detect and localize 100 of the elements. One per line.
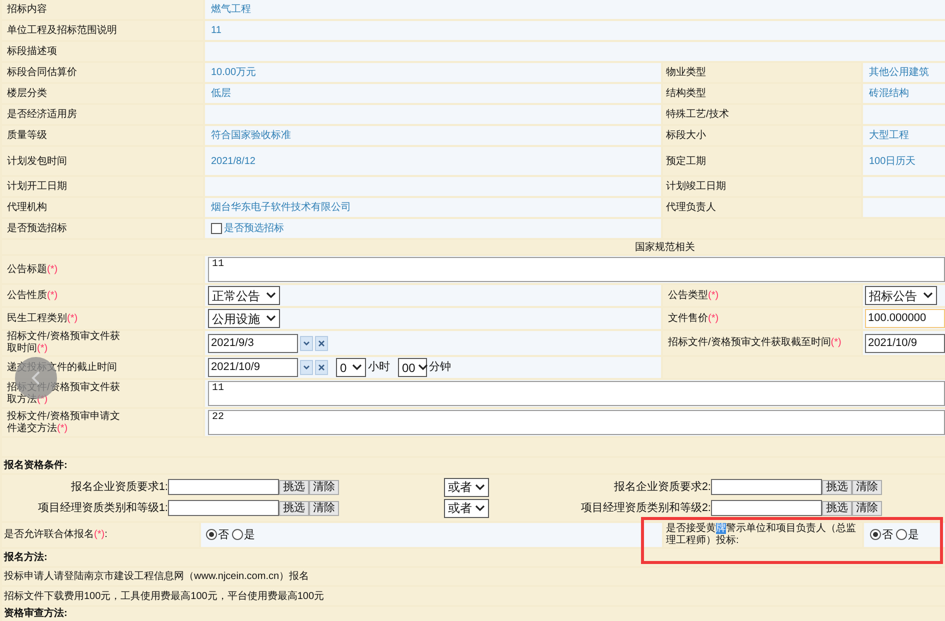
value-cell: 2021/8/12 <box>205 147 661 175</box>
dropdown[interactable]: 0 <box>336 358 366 377</box>
dropdown[interactable]: 或者 <box>444 498 489 518</box>
field-label: 计划竣工日期 <box>663 177 861 196</box>
dropdown[interactable]: 招标公告 <box>865 286 937 305</box>
dropdown[interactable]: 正常公告 <box>208 286 280 305</box>
value-cell: 符合国家验收标准 <box>205 126 661 145</box>
field-label: 招标文件/资格预审文件获取截至时间(*) <box>668 337 842 349</box>
section-title: 报名资格条件: <box>4 458 68 473</box>
radio-button[interactable] <box>232 529 243 540</box>
text-area[interactable]: 22 <box>208 410 945 435</box>
value-cell: 其他公用建筑 <box>863 63 945 82</box>
field-label: 项目经理资质类别和等级1: <box>36 502 168 514</box>
chevron-down-icon <box>303 340 310 346</box>
form-button[interactable]: 清除 <box>852 480 882 495</box>
text-area[interactable]: 11 <box>208 257 945 282</box>
field-label: 计划发包时间 <box>2 147 203 175</box>
field-label: 单位工程及招标范围说明 <box>2 21 203 40</box>
chevron-down-icon <box>266 292 276 299</box>
field-label: 招标内容 <box>2 0 203 19</box>
close-icon <box>318 364 325 371</box>
field-label: 标段合同估算价 <box>2 63 203 82</box>
chevron-down-icon <box>475 484 485 491</box>
chevron-down-icon <box>475 504 485 512</box>
field-label: 招标文件/资格预审文件获取时间(*) <box>7 331 121 355</box>
field-label: 项目经理资质类别和等级2: <box>580 502 711 514</box>
radio-option[interactable]: 是 <box>896 526 919 543</box>
calendar-dropdown-button[interactable] <box>300 336 313 350</box>
value-cell: 砖混结构 <box>863 84 945 103</box>
field-label: 民生工程类别(*) <box>7 312 78 324</box>
radio-button[interactable] <box>896 529 907 540</box>
section-title: 报名方法: <box>4 550 48 565</box>
input-field[interactable]: 2021/10/9 <box>865 334 945 352</box>
field-label: 标段大小 <box>663 126 861 145</box>
form-button[interactable]: 挑选 <box>822 500 852 516</box>
close-icon <box>318 340 325 346</box>
section-title: 资格审查方法: <box>4 606 68 621</box>
chevron-down-icon <box>352 364 362 371</box>
value-cell: 10.00万元 <box>205 63 661 82</box>
form-button[interactable]: 清除 <box>852 500 882 516</box>
value-cell: 100日历天 <box>863 147 945 175</box>
field-label: 公告类型(*) <box>668 290 719 302</box>
field-label: 是否经济适用房 <box>2 105 203 124</box>
unit-label: 分钟 <box>429 360 451 376</box>
clear-date-button[interactable] <box>315 336 328 350</box>
field-label: 公告性质(*) <box>7 290 58 302</box>
radio-option[interactable]: 否 <box>206 526 229 543</box>
text-area[interactable]: 11 <box>208 381 945 406</box>
field-label: 是否允许联合体报名(*): <box>4 528 108 542</box>
form-button[interactable]: 挑选 <box>822 480 852 495</box>
form-button[interactable]: 挑选 <box>279 500 309 516</box>
input-field[interactable]: 100.000000 <box>865 309 945 328</box>
field-label: 物业类型 <box>663 63 861 82</box>
field-label: 报名企业资质要求1: <box>70 482 168 493</box>
chevron-down-icon <box>266 315 276 322</box>
field-label: 报名企业资质要求2: <box>612 482 711 493</box>
unit-label: 小时 <box>368 360 390 376</box>
dropdown[interactable]: 公用设施 <box>208 309 280 328</box>
info-text: 投标申请人请登陆南京市建设工程信息网（www.njcein.com.cn）报名 <box>4 570 310 584</box>
checkbox[interactable] <box>211 223 222 234</box>
field-label: 公告标题(*) <box>7 264 58 276</box>
section-title: 国家规范相关 <box>635 240 695 254</box>
radio-button[interactable] <box>870 529 881 540</box>
form-button[interactable]: 挑选 <box>279 480 309 495</box>
input-field[interactable] <box>711 500 822 516</box>
checkbox-label[interactable]: 是否预选招标 <box>224 221 284 236</box>
field-label: 投标文件/资格预审申请文件递交方法(*) <box>7 410 121 434</box>
date-field[interactable]: 2021/9/3 <box>208 334 298 352</box>
value-cell: 低层 <box>205 84 661 103</box>
radio-option[interactable]: 是 <box>232 526 255 543</box>
field-label: 代理负责人 <box>663 198 861 217</box>
date-field[interactable]: 2021/10/9 <box>208 358 298 377</box>
value-cell: 11 <box>205 21 945 40</box>
chevron-down-icon <box>923 292 933 299</box>
form-button[interactable]: 清除 <box>309 480 339 495</box>
field-label: 计划开工日期 <box>2 177 203 196</box>
form-button[interactable]: 清除 <box>309 500 339 516</box>
input-field[interactable] <box>168 479 279 496</box>
field-label: 代理机构 <box>2 198 203 217</box>
radio-button[interactable] <box>206 529 217 540</box>
calendar-dropdown-button[interactable] <box>300 360 313 375</box>
chevron-down-icon <box>418 364 428 371</box>
field-label: 是否预选招标 <box>2 219 203 238</box>
dropdown[interactable]: 或者 <box>444 478 489 497</box>
input-field[interactable] <box>168 500 279 516</box>
info-text: 招标文件下载费用100元，工具使用费最高100元，平台使用费最高100元 <box>4 590 324 604</box>
field-label: 预定工期 <box>663 147 861 175</box>
dropdown[interactable]: 00 <box>398 358 427 377</box>
field-label: 标段描述项 <box>2 42 203 61</box>
input-field[interactable] <box>711 479 822 496</box>
value-cell: 大型工程 <box>863 126 945 145</box>
field-label: 楼层分类 <box>2 84 203 103</box>
radio-option[interactable]: 否 <box>870 526 893 543</box>
clear-date-button[interactable] <box>315 360 328 375</box>
field-label: 是否接受黄牌警示单位和项目负责人（总监理工程师）投标: <box>666 522 857 547</box>
field-label: 结构类型 <box>663 84 861 103</box>
value-cell: 燃气工程 <box>205 0 945 19</box>
field-label: 质量等级 <box>2 126 203 145</box>
chevron-down-icon <box>303 365 310 370</box>
value-cell: 烟台华东电子软件技术有限公司 <box>205 198 661 217</box>
